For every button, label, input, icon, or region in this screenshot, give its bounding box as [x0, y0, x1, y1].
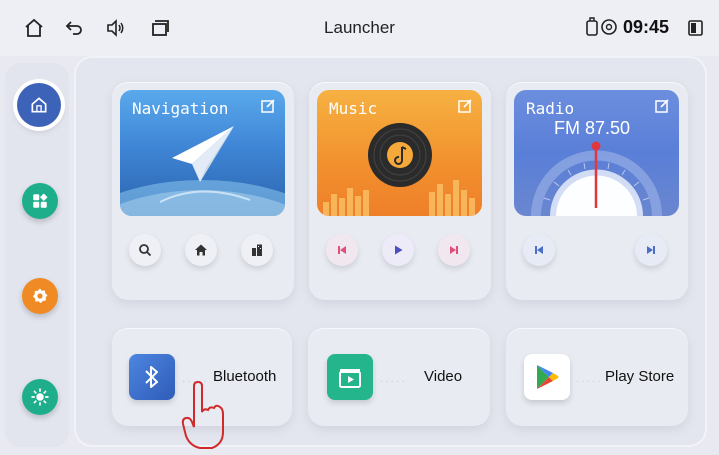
location-icon: [601, 19, 617, 35]
radio-label: Radio: [526, 99, 575, 118]
brightness-icon: [31, 388, 49, 406]
home-icon: [31, 97, 47, 113]
radio-previous-button[interactable]: [523, 234, 555, 266]
app-card-play-store[interactable]: ····· Play Store: [506, 328, 688, 426]
previous-icon: [338, 246, 346, 254]
music-play-button[interactable]: [382, 234, 414, 266]
sidebar-item-home[interactable]: [17, 83, 61, 127]
play-store-app-icon: [524, 354, 570, 400]
music-label: Music: [329, 99, 378, 118]
video-app-icon: [327, 354, 373, 400]
paper-plane-icon: [172, 126, 234, 182]
radio-next-button[interactable]: [635, 234, 667, 266]
tap-hint-hand-icon: [181, 380, 224, 449]
navigation-widget: Navigation: [112, 82, 294, 300]
radio-widget: Radio FM 87.50: [506, 82, 688, 300]
battery-icon: [688, 20, 703, 36]
app-card-video[interactable]: ····· Video: [308, 328, 490, 426]
home-icon: [195, 244, 207, 256]
sidebar-item-brightness[interactable]: [22, 379, 58, 415]
radio-frequency: FM 87.50: [554, 118, 631, 138]
launcher-panel: Navigation Music Radio FM 87.50 ····· Bl…: [74, 56, 707, 447]
next-icon: [647, 246, 655, 254]
music-previous-button[interactable]: [326, 234, 358, 266]
next-icon: [450, 246, 458, 254]
edit-icon[interactable]: [458, 99, 472, 113]
edit-icon[interactable]: [261, 99, 275, 113]
video-icon: [339, 369, 361, 388]
sidebar-item-apps[interactable]: [22, 183, 58, 219]
vinyl-record-icon: [368, 123, 432, 187]
search-icon: [139, 244, 152, 257]
bluetooth-icon: [145, 366, 158, 388]
apps-icon: [33, 193, 48, 208]
sidebar: [5, 63, 69, 447]
navigation-tile[interactable]: Navigation: [120, 90, 285, 216]
settings-icon: [32, 288, 48, 304]
navigation-places-button[interactable]: [241, 234, 273, 266]
status-bar: Launcher 09:45: [0, 0, 719, 56]
bluetooth-app-icon: [129, 354, 175, 400]
edit-icon[interactable]: [655, 99, 669, 113]
previous-icon: [535, 246, 543, 254]
play-store-icon: [537, 365, 559, 389]
play-icon: [395, 245, 403, 255]
app-label-play-store: Play Store: [605, 368, 675, 385]
navigation-label: Navigation: [132, 99, 229, 118]
sidebar-item-settings[interactable]: [22, 278, 58, 314]
music-widget: Music: [309, 82, 491, 300]
radio-tile[interactable]: Radio FM 87.50: [514, 90, 679, 216]
navigation-home-button[interactable]: [185, 234, 217, 266]
usb-icon: [586, 17, 598, 36]
connector-dots: ·····: [380, 376, 407, 387]
navigation-search-button[interactable]: [129, 234, 161, 266]
music-tile[interactable]: Music: [317, 90, 482, 216]
music-next-button[interactable]: [438, 234, 470, 266]
buildings-icon: [252, 244, 262, 256]
app-label-video: Video: [424, 368, 463, 385]
connector-dots: ·····: [576, 376, 603, 387]
clock: 09:45: [623, 17, 670, 37]
